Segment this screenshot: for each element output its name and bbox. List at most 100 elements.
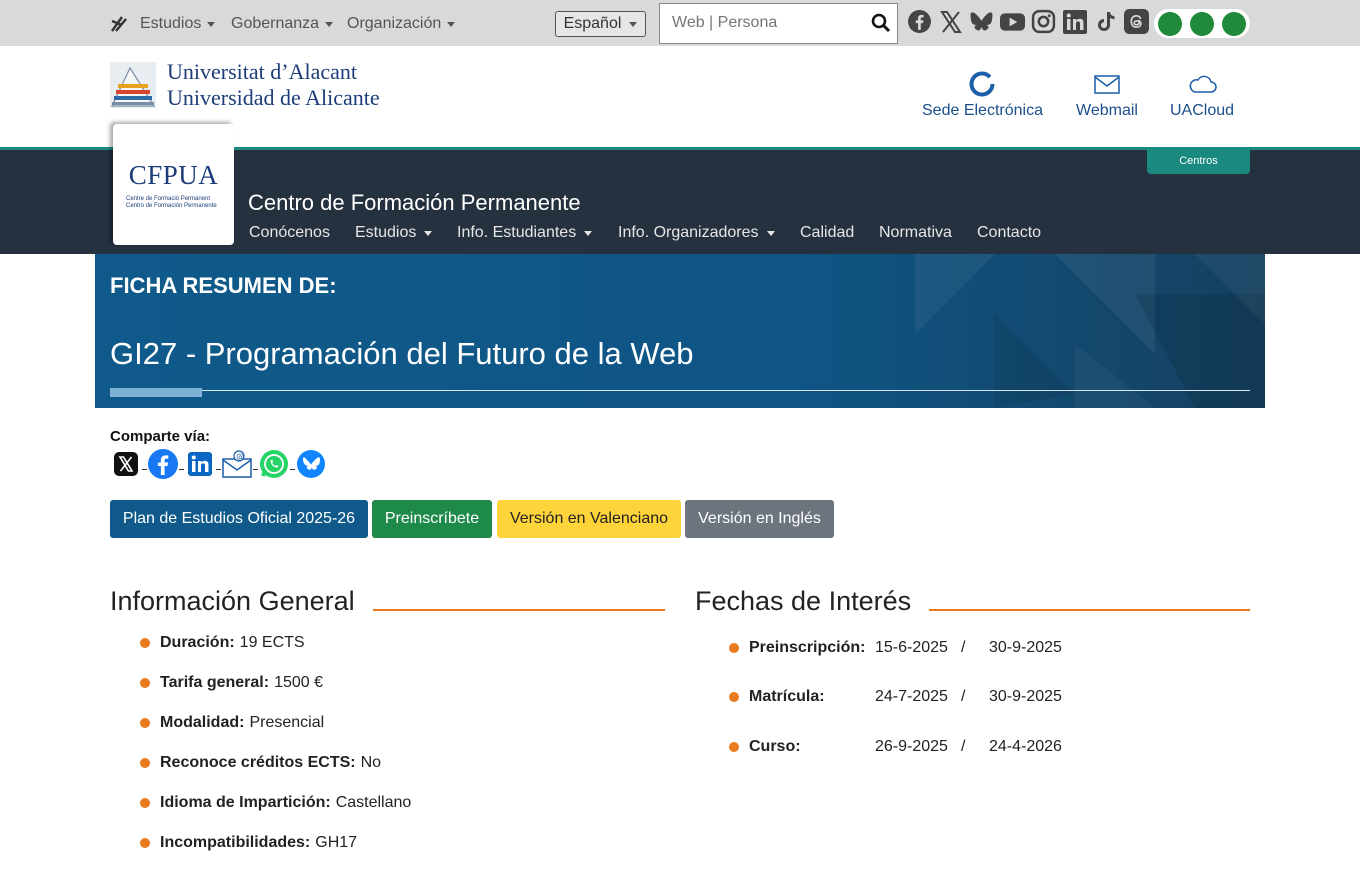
- version-ingles-button[interactable]: Versión en Inglés: [685, 500, 834, 538]
- date-end: 30-9-2025: [989, 639, 1062, 656]
- nav-conocenos[interactable]: Conócenos: [249, 224, 330, 242]
- university-logo[interactable]: Universitat d’Alacant Universidad de Ali…: [110, 60, 400, 110]
- tiktok-icon[interactable]: [1093, 9, 1118, 34]
- cfpua-logo[interactable]: CFPUA Centre de Formació Permanent Centr…: [113, 124, 234, 245]
- top-menu-gobernanza[interactable]: Gobernanza: [231, 15, 334, 33]
- plan-estudios-button[interactable]: Plan de Estudios Oficial 2025-26: [110, 500, 368, 538]
- linkedin-icon[interactable]: [1062, 9, 1087, 34]
- date-item-preinscripcion: Preinscripción: 15-6-2025 / 30-9-2025: [729, 639, 1062, 657]
- info-item-reconoce-creditos: Reconoce créditos ECTS: No: [140, 754, 381, 772]
- bullet-icon: [729, 692, 739, 702]
- webmail-link[interactable]: Webmail: [1076, 70, 1138, 120]
- bluesky-share-icon[interactable]: [295, 448, 327, 480]
- info-label: Reconoce créditos ECTS:: [160, 754, 356, 771]
- bullet-icon: [140, 838, 150, 848]
- info-label: Modalidad:: [160, 714, 245, 731]
- facebook-share-icon[interactable]: [147, 448, 179, 480]
- linkedin-share-icon[interactable]: [184, 448, 216, 480]
- accessibility-toggles[interactable]: [1154, 9, 1250, 38]
- info-value: Presencial: [249, 714, 325, 731]
- search-icon[interactable]: [871, 13, 891, 33]
- info-label: Incompatibilidades:: [160, 834, 311, 851]
- bullet-icon: [140, 638, 150, 648]
- info-value: Castellano: [335, 794, 412, 811]
- language-label: Español: [563, 15, 622, 32]
- youtube-icon[interactable]: [1000, 9, 1025, 34]
- top-menu-label: Organización: [347, 15, 442, 32]
- info-general-heading: Información General: [110, 586, 355, 616]
- version-valenciano-button[interactable]: Versión en Valenciano: [497, 500, 681, 538]
- fechas-rule: [929, 609, 1250, 611]
- info-label: Idioma de Impartición:: [160, 794, 331, 811]
- instagram-icon[interactable]: [1031, 9, 1056, 34]
- info-item-modalidad: Modalidad: Presencial: [140, 714, 324, 732]
- info-value: GH17: [315, 834, 358, 851]
- info-item-incompatibilidades: Incompatibilidades: GH17: [140, 834, 357, 852]
- top-menu-estudios[interactable]: Estudios: [140, 15, 216, 33]
- preinscribete-button[interactable]: Preinscríbete: [372, 500, 492, 538]
- toggle-dot[interactable]: [1222, 11, 1246, 36]
- hero-banner: FICHA RESUMEN DE: GI27 - Programación de…: [95, 254, 1265, 408]
- nav-normativa[interactable]: Normativa: [879, 224, 952, 242]
- bullet-icon: [140, 678, 150, 688]
- search-box: [659, 3, 898, 44]
- uacloud-link[interactable]: UACloud: [1170, 70, 1234, 120]
- toggle-dot[interactable]: [1190, 11, 1214, 36]
- nav-label: Contacto: [977, 224, 1042, 241]
- info-label: Duración:: [160, 634, 235, 651]
- top-menu-organizacion[interactable]: Organización: [347, 15, 456, 33]
- x-icon[interactable]: [938, 9, 963, 34]
- ua-small-logo-icon[interactable]: [110, 13, 130, 33]
- nav-label: Conócenos: [249, 224, 330, 241]
- bullet-icon: [729, 643, 739, 653]
- cfpua-logo-subtitle: Centre de Formació Permanent Centro de F…: [126, 196, 217, 210]
- date-label: Preinscripción:: [749, 639, 866, 656]
- nav-label: Info. Organizadores: [618, 224, 759, 241]
- chevron-down-icon: [584, 230, 593, 236]
- chevron-down-icon: [325, 21, 334, 27]
- top-utility-bar: Estudios Gobernanza Organización Español: [0, 0, 1360, 46]
- nav-label: Estudios: [355, 224, 417, 241]
- nav-label: Calidad: [800, 224, 855, 241]
- date-label: Matrícula:: [749, 688, 825, 705]
- bluesky-icon[interactable]: [969, 9, 994, 34]
- nav-label: Normativa: [879, 224, 952, 241]
- center-title: Centro de Formación Permanente: [248, 190, 581, 215]
- nav-estudios[interactable]: Estudios: [355, 224, 433, 242]
- toggle-dot[interactable]: [1158, 11, 1182, 36]
- date-start: 15-6-2025: [875, 639, 948, 656]
- date-start: 24-7-2025: [875, 688, 948, 705]
- whatsapp-share-icon[interactable]: [258, 448, 290, 480]
- info-item-idioma: Idioma de Impartición: Castellano: [140, 794, 411, 812]
- info-item-tarifa: Tarifa general: 1500 €: [140, 674, 323, 692]
- language-select[interactable]: Español: [555, 11, 646, 37]
- university-name-spanish: Universidad de Alicante: [167, 85, 380, 110]
- facebook-icon[interactable]: [907, 9, 932, 34]
- nav-info-estudiantes[interactable]: Info. Estudiantes: [457, 224, 593, 242]
- centros-button[interactable]: Centros: [1147, 147, 1250, 174]
- nav-label: Info. Estudiantes: [457, 224, 577, 241]
- hero-divider: [110, 390, 1250, 391]
- bullet-icon: [140, 758, 150, 768]
- threads-icon[interactable]: [1124, 9, 1149, 34]
- chevron-down-icon: [629, 21, 638, 27]
- x-share-icon[interactable]: [110, 448, 142, 480]
- sede-electronica-label: Sede Electrónica: [922, 102, 1043, 119]
- sede-electronica-link[interactable]: Sede Electrónica: [922, 70, 1043, 120]
- nav-calidad[interactable]: Calidad: [800, 224, 854, 242]
- cfpua-sub-spanish: Centro de Formación Permanente: [126, 203, 217, 209]
- email-share-icon[interactable]: @: [221, 448, 253, 480]
- nav-contacto[interactable]: Contacto: [977, 224, 1041, 242]
- bullet-icon: [140, 718, 150, 728]
- date-start: 26-9-2025: [875, 738, 948, 755]
- info-value: No: [360, 754, 382, 771]
- chevron-down-icon: [766, 230, 775, 236]
- uacloud-label: UACloud: [1170, 102, 1235, 119]
- nav-info-organizadores[interactable]: Info. Organizadores: [618, 224, 775, 242]
- ua-logo-mark-icon: [110, 62, 156, 108]
- date-end: 30-9-2025: [989, 688, 1062, 705]
- search-input[interactable]: [672, 14, 862, 32]
- share-label: Comparte vía:: [110, 428, 211, 445]
- date-label: Curso:: [749, 738, 801, 755]
- date-item-curso: Curso: 26-9-2025 / 24-4-2026: [729, 738, 1062, 756]
